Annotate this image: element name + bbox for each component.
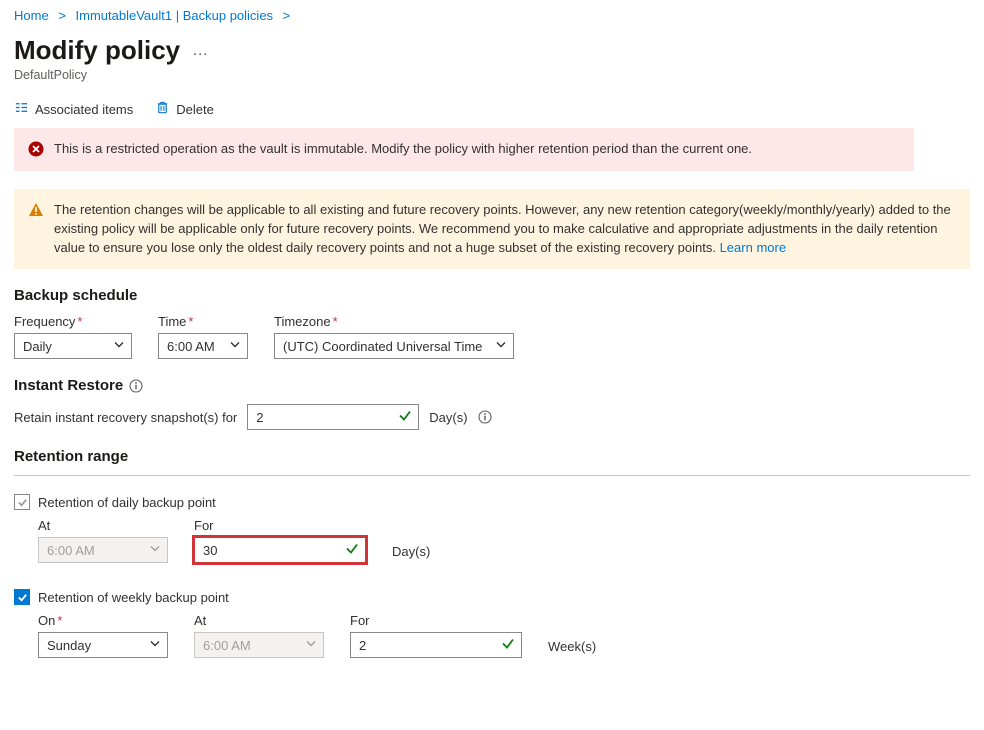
delete-button[interactable]: Delete bbox=[155, 100, 214, 118]
weekly-at-select: 6:00 AM bbox=[194, 632, 324, 658]
retention-range-heading: Retention range bbox=[14, 448, 970, 465]
weekly-for-value: 2 bbox=[359, 638, 366, 653]
daily-for-unit: Day(s) bbox=[392, 544, 430, 563]
weekly-on-label: On* bbox=[38, 613, 168, 628]
breadcrumb: Home > ImmutableVault1 | Backup policies… bbox=[14, 6, 970, 33]
page-title: Modify policy bbox=[14, 35, 180, 66]
check-icon bbox=[345, 542, 359, 559]
weekly-retention-checkbox[interactable] bbox=[14, 589, 30, 605]
error-text: This is a restricted operation as the va… bbox=[54, 140, 752, 159]
warning-text: The retention changes will be applicable… bbox=[54, 201, 956, 258]
weekly-at-label: At bbox=[194, 613, 324, 628]
timezone-label: Timezone* bbox=[274, 314, 514, 329]
info-icon[interactable] bbox=[129, 379, 143, 393]
warning-message: The retention changes will be applicable… bbox=[54, 202, 951, 255]
error-alert: This is a restricted operation as the va… bbox=[14, 128, 914, 171]
weekly-for-label: For bbox=[350, 613, 522, 628]
breadcrumb-vault[interactable]: ImmutableVault1 | Backup policies bbox=[76, 8, 274, 23]
chevron-down-icon bbox=[113, 339, 125, 354]
timezone-value: (UTC) Coordinated Universal Time bbox=[283, 339, 482, 354]
daily-at-value: 6:00 AM bbox=[47, 543, 95, 558]
instant-restore-input[interactable]: 2 bbox=[247, 404, 419, 430]
list-icon bbox=[14, 100, 29, 118]
chevron-down-icon bbox=[149, 638, 161, 653]
instant-restore-heading: Instant Restore bbox=[14, 377, 970, 394]
chevron-down-icon bbox=[305, 638, 317, 653]
learn-more-link[interactable]: Learn more bbox=[720, 240, 786, 255]
instant-restore-value: 2 bbox=[256, 410, 263, 425]
trash-icon bbox=[155, 100, 170, 118]
weekly-on-select[interactable]: Sunday bbox=[38, 632, 168, 658]
backup-schedule-heading: Backup schedule bbox=[14, 287, 970, 304]
page-subtitle: DefaultPolicy bbox=[14, 68, 970, 82]
weekly-for-unit: Week(s) bbox=[548, 639, 596, 658]
chevron-down-icon bbox=[149, 543, 161, 558]
daily-for-label: For bbox=[194, 518, 366, 533]
chevron-down-icon bbox=[495, 339, 507, 354]
weekly-on-value: Sunday bbox=[47, 638, 91, 653]
chevron-right-icon: > bbox=[283, 8, 291, 23]
frequency-value: Daily bbox=[23, 339, 52, 354]
weekly-for-input[interactable]: 2 bbox=[350, 632, 522, 658]
chevron-down-icon bbox=[229, 339, 241, 354]
daily-for-input[interactable]: 30 bbox=[194, 537, 366, 563]
daily-at-select: 6:00 AM bbox=[38, 537, 168, 563]
weekly-at-value: 6:00 AM bbox=[203, 638, 251, 653]
toolbar: Associated items Delete bbox=[14, 94, 970, 128]
divider bbox=[14, 475, 970, 476]
daily-for-value: 30 bbox=[203, 543, 217, 558]
daily-at-label: At bbox=[38, 518, 168, 533]
time-select[interactable]: 6:00 AM bbox=[158, 333, 248, 359]
warning-icon bbox=[28, 202, 44, 218]
more-actions-button[interactable]: … bbox=[192, 42, 209, 60]
warning-alert: The retention changes will be applicable… bbox=[14, 189, 970, 270]
instant-restore-label: Retain instant recovery snapshot(s) for bbox=[14, 410, 237, 425]
check-icon bbox=[398, 409, 412, 426]
associated-items-label: Associated items bbox=[35, 102, 133, 117]
timezone-select[interactable]: (UTC) Coordinated Universal Time bbox=[274, 333, 514, 359]
time-label: Time* bbox=[158, 314, 248, 329]
breadcrumb-home[interactable]: Home bbox=[14, 8, 49, 23]
frequency-select[interactable]: Daily bbox=[14, 333, 132, 359]
check-icon bbox=[501, 637, 515, 654]
time-value: 6:00 AM bbox=[167, 339, 215, 354]
daily-retention-label: Retention of daily backup point bbox=[38, 495, 216, 510]
weekly-retention-label: Retention of weekly backup point bbox=[38, 590, 229, 605]
chevron-right-icon: > bbox=[58, 8, 66, 23]
info-icon[interactable] bbox=[478, 410, 492, 424]
error-icon bbox=[28, 141, 44, 157]
daily-retention-checkbox[interactable] bbox=[14, 494, 30, 510]
associated-items-button[interactable]: Associated items bbox=[14, 100, 133, 118]
delete-label: Delete bbox=[176, 102, 214, 117]
instant-restore-unit: Day(s) bbox=[429, 410, 467, 425]
frequency-label: Frequency* bbox=[14, 314, 132, 329]
